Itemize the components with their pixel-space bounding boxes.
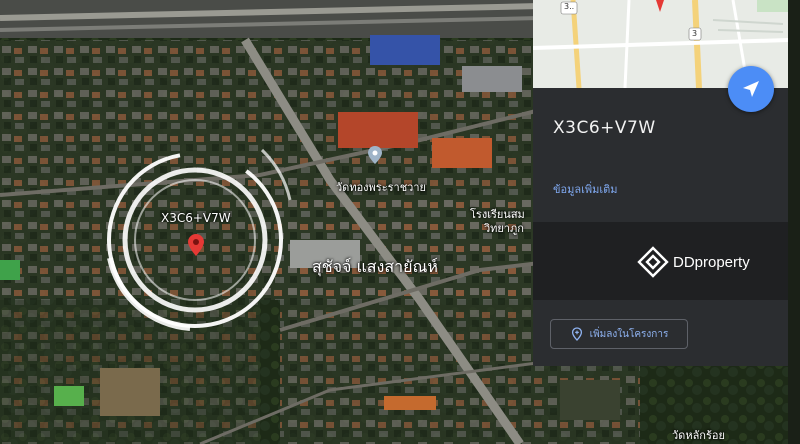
plus-code-title: X3C6+V7W <box>553 118 656 138</box>
place-info-panel: 3.. 3 X3C6+V7W ข้อมูลเพิ่มเติม DDpropert… <box>533 0 788 366</box>
brand-name: DDproperty <box>673 253 750 271</box>
pin-add-icon <box>571 327 582 341</box>
directions-button[interactable] <box>728 66 774 112</box>
plus-code-map-label: X3C6+V7W <box>161 211 231 225</box>
place-label: สุชัจจ์ แสงสายัณห์ <box>312 257 438 276</box>
map-pin-icon[interactable] <box>188 234 204 256</box>
poi-label[interactable]: วิทยาภูก <box>484 219 524 237</box>
add-to-project-button[interactable]: เพิ่มลงในโครงการ <box>550 319 688 349</box>
road-shield: 3.. <box>564 2 575 11</box>
poi-label[interactable]: วัดหลักร้อย <box>672 426 725 444</box>
map-edge <box>788 0 800 444</box>
road-shield: 3 <box>692 29 698 38</box>
more-info-link[interactable]: ข้อมูลเพิ่มเติม <box>553 180 618 198</box>
ddproperty-logo: DDproperty <box>637 246 750 278</box>
poi-marker-icon[interactable] <box>368 146 382 164</box>
send-icon <box>743 81 759 97</box>
ddproperty-logo-icon <box>637 246 669 278</box>
add-to-project-label: เพิ่มลงในโครงการ <box>589 328 669 340</box>
poi-label[interactable]: วัดทองพระราชวาย <box>336 178 426 196</box>
